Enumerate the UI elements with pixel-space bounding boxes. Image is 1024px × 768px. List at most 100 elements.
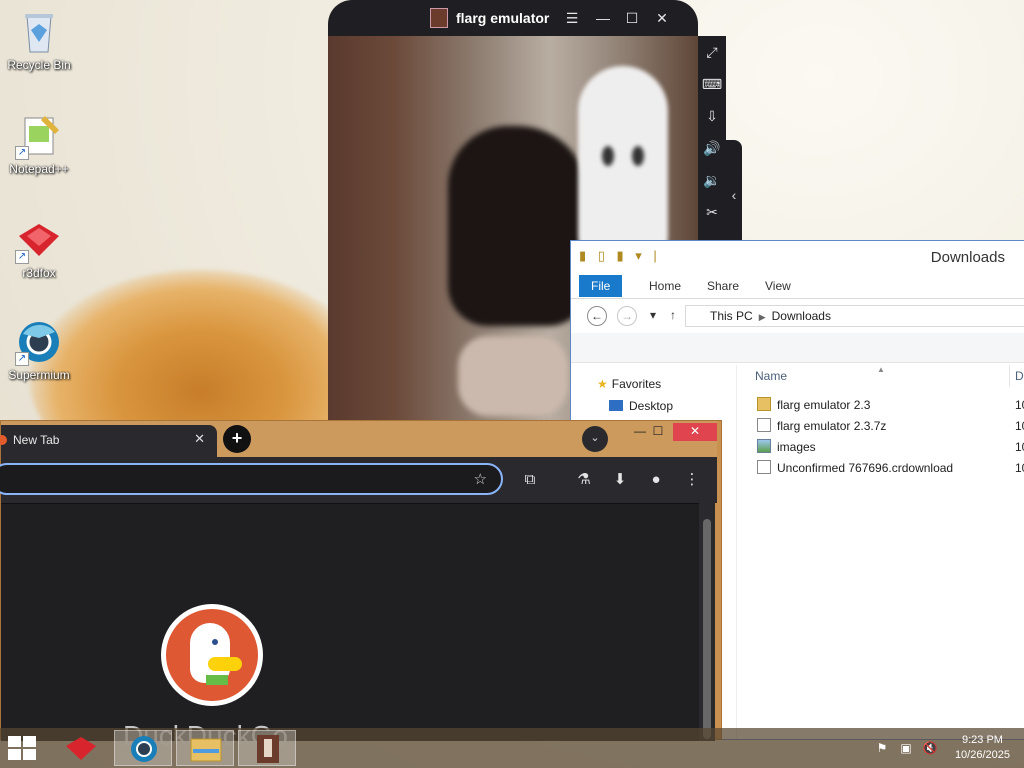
file-date: 10	[1015, 461, 1024, 475]
scissors-icon[interactable]: ✂	[698, 196, 726, 228]
ribbon-tabs: File Home Share View	[571, 271, 1024, 299]
desktop-icon-r3dfox[interactable]: ↗ r3dfox	[0, 216, 78, 280]
profile-avatar-icon[interactable]: ●	[643, 467, 669, 493]
volume-muted-icon[interactable]: 🔇	[922, 740, 938, 756]
volume-down-icon[interactable]: 🔉	[698, 164, 726, 196]
star-icon: ★	[597, 377, 608, 391]
tab-title: New Tab	[13, 433, 60, 447]
keyboard-icon[interactable]: ⌨	[698, 68, 726, 100]
quick-access-toolbar[interactable]: ▮ ▯ ▮ ▾ |	[579, 248, 661, 264]
new-tab-button[interactable]: +	[223, 425, 251, 453]
file-date: 10	[1015, 398, 1024, 412]
file-list: Name ▲ D flarg emulator 2.3 flarg emulat…	[737, 365, 1024, 739]
file-date: 10	[1015, 419, 1024, 433]
supermium-icon: ↗	[15, 318, 63, 366]
duckduckgo-logo	[161, 604, 263, 706]
clock[interactable]: 9:23 PM 10/26/2025	[955, 733, 1010, 763]
desktop-folder-icon	[609, 400, 623, 411]
breadcrumb-downloads[interactable]: Downloads	[772, 309, 831, 323]
taskbar-file-explorer[interactable]	[176, 730, 234, 766]
desktop-icon-label: Notepad++	[9, 162, 69, 176]
desktop-icon-supermium[interactable]: ↗ Supermium	[0, 318, 78, 382]
ribbon-tab-home[interactable]: Home	[637, 275, 693, 297]
emulator-titlebar[interactable]: flarg emulator ☰ — ☐ ✕	[328, 0, 698, 36]
nav-favorites[interactable]: ★ Favorites	[597, 377, 661, 391]
page-content[interactable]: DuckDuckGo	[1, 503, 699, 751]
taskbar-r3dfox[interactable]	[52, 730, 110, 766]
recycle-bin-icon	[15, 8, 63, 56]
extensions-icon[interactable]: ⧉	[517, 467, 543, 493]
emulator-title: flarg emulator	[456, 10, 550, 26]
file-row[interactable]: flarg emulator 2.3.7z	[757, 416, 886, 436]
desktop-icon-label: Supermium	[8, 368, 70, 382]
taskbar-supermium[interactable]	[114, 730, 172, 766]
explorer-titlebar[interactable]: ▮ ▯ ▮ ▾ | Downloads	[571, 241, 1024, 271]
ribbon-tab-share[interactable]: Share	[695, 275, 751, 297]
action-center-icon[interactable]: ⚑	[874, 740, 890, 756]
sort-arrow-icon: ▲	[877, 365, 885, 374]
r3dfox-icon: ↗	[15, 216, 63, 264]
tab-search-chevron-icon[interactable]: ⌄	[582, 426, 608, 452]
recent-dropdown-icon[interactable]: ▾	[643, 306, 663, 326]
screen-image-ghost	[578, 66, 668, 266]
address-omnibox[interactable]: ☆	[0, 463, 503, 495]
back-arrow-icon[interactable]: ←	[587, 306, 607, 326]
download-icon[interactable]: ⬇	[607, 467, 633, 493]
browser-window: New Tab ✕ + ⌄ — ☐ ✕ ☆ ⧉ ⚗ ⬇ ● ⋮ DuckDuck…	[0, 420, 722, 751]
forward-arrow-icon[interactable]: →	[617, 306, 637, 326]
ribbon-tab-file[interactable]: File	[579, 275, 623, 297]
labs-flask-icon[interactable]: ⚗	[571, 467, 597, 493]
sidebar-collapse-chevron-icon[interactable]: ‹	[726, 140, 742, 250]
ribbon-collapsed-area	[571, 333, 1024, 363]
expand-icon[interactable]: ⤢	[698, 36, 726, 68]
column-header-name[interactable]: Name	[755, 369, 787, 383]
emulator-menu-button[interactable]: ☰	[562, 8, 582, 28]
emulator-sidebar: ⤢ ⌨ ⇩ 🔊 🔉 ✂ ▭	[698, 36, 726, 252]
taskbar: ⚑ ▣ 🔇 9:23 PM 10/26/2025	[0, 728, 1024, 768]
archive-file-icon	[757, 418, 771, 432]
tab-strip[interactable]: New Tab ✕ + ⌄ — ☐ ✕	[0, 421, 717, 457]
apk-install-icon[interactable]: ⇩	[698, 100, 726, 132]
browser-toolbar: ☆ ⧉ ⚗ ⬇ ● ⋮	[0, 457, 717, 503]
file-row[interactable]: flarg emulator 2.3	[757, 395, 870, 415]
address-row: ← → ▾ ↑ This PC ▶ Downloads	[571, 299, 1024, 333]
file-row[interactable]: images	[757, 437, 816, 457]
start-button-windows-icon[interactable]	[8, 736, 38, 760]
breadcrumb-this-pc[interactable]: This PC	[710, 309, 753, 323]
nav-desktop[interactable]: Desktop	[609, 399, 673, 413]
emulator-maximize-button[interactable]: ☐	[622, 8, 642, 28]
desktop-icon-notepad-plus-plus[interactable]: ↗ Notepad++	[0, 112, 78, 176]
duckduckgo-favicon-icon	[0, 435, 7, 445]
column-header-date[interactable]: D	[1015, 369, 1024, 383]
emulator-minimize-button[interactable]: —	[593, 8, 613, 28]
page-scrollbar[interactable]	[699, 503, 715, 741]
image-folder-icon	[757, 439, 771, 453]
tab-close-icon[interactable]: ✕	[194, 431, 205, 447]
notepad-plus-plus-icon: ↗	[15, 112, 63, 160]
volume-up-icon[interactable]: 🔊	[698, 132, 726, 164]
scrollbar-thumb[interactable]	[703, 519, 711, 739]
tab-new-tab[interactable]: New Tab ✕	[0, 425, 217, 457]
ribbon-tab-view[interactable]: View	[753, 275, 803, 297]
desktop-icon-recycle-bin[interactable]: Recycle Bin	[0, 8, 78, 72]
menu-kebab-icon[interactable]: ⋮	[679, 467, 705, 493]
screen-image-teeth	[458, 336, 568, 416]
network-icon[interactable]: ▣	[898, 740, 914, 756]
up-arrow-icon[interactable]: ↑	[663, 306, 683, 326]
file-row[interactable]: Unconfirmed 767696.crdownload	[757, 458, 953, 478]
folder-icon	[757, 397, 771, 411]
file-icon	[757, 460, 771, 474]
address-bar[interactable]: This PC ▶ Downloads	[685, 305, 1024, 327]
emulator-close-button[interactable]: ✕	[652, 8, 672, 28]
desktop-icon-label: Recycle Bin	[7, 58, 71, 72]
taskbar-flarg-emulator[interactable]	[238, 730, 296, 766]
emulator-logo-icon	[430, 8, 448, 28]
clock-time: 9:23 PM	[961, 734, 1003, 746]
explorer-title: Downloads	[930, 249, 1005, 266]
desktop-icon-label: r3dfox	[22, 266, 56, 280]
browser-maximize-button[interactable]: ☐	[643, 423, 673, 441]
browser-close-button[interactable]: ✕	[673, 423, 717, 441]
file-date: 10	[1015, 440, 1024, 454]
bookmark-star-icon[interactable]: ☆	[474, 470, 487, 488]
clock-date: 10/26/2025	[954, 749, 1010, 761]
